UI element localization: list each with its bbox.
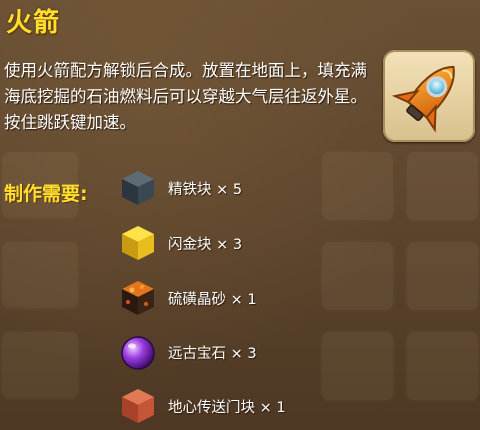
material-row: 精铁块 × 5 bbox=[118, 164, 242, 212]
ancient-gem-icon bbox=[121, 336, 155, 370]
background-slot bbox=[405, 150, 480, 222]
refined-iron-block-icon bbox=[122, 171, 154, 205]
gold-block-icon bbox=[122, 226, 154, 260]
material-row: 远古宝石 × 3 bbox=[118, 328, 257, 376]
material-name: 闪金块 × 3 bbox=[168, 236, 243, 253]
recipe-label: 制作需要: bbox=[4, 183, 88, 205]
material-row: 闪金块 × 3 bbox=[118, 219, 242, 267]
rocket-icon bbox=[391, 65, 455, 133]
material-name: 精铁块 × 5 bbox=[168, 181, 243, 198]
background-slot bbox=[405, 330, 480, 402]
background-slot bbox=[320, 240, 395, 312]
material-row: 地心传送门块 × 1 bbox=[118, 382, 286, 430]
material-name: 硫磺晶砂 × 1 bbox=[168, 291, 257, 308]
sulfur-crystal-sand-icon bbox=[122, 281, 154, 315]
background-slot bbox=[0, 330, 80, 400]
item-icon-frame bbox=[383, 50, 475, 142]
background-slot bbox=[405, 240, 480, 312]
material-name: 远古宝石 × 3 bbox=[168, 345, 257, 362]
background-slot bbox=[0, 240, 80, 310]
item-title: 火箭 bbox=[6, 8, 61, 38]
material-row: 硫磺晶砂 × 1 bbox=[118, 274, 257, 322]
background-slot bbox=[320, 330, 395, 402]
background-slot bbox=[320, 150, 395, 222]
earth-core-portal-block-icon bbox=[122, 389, 154, 423]
material-name: 地心传送门块 × 1 bbox=[168, 399, 286, 416]
item-description: 使用火箭配方解锁后合成。放置在地面上，填充满海底挖掘的石油燃料后可以穿越大气层往… bbox=[4, 61, 367, 132]
